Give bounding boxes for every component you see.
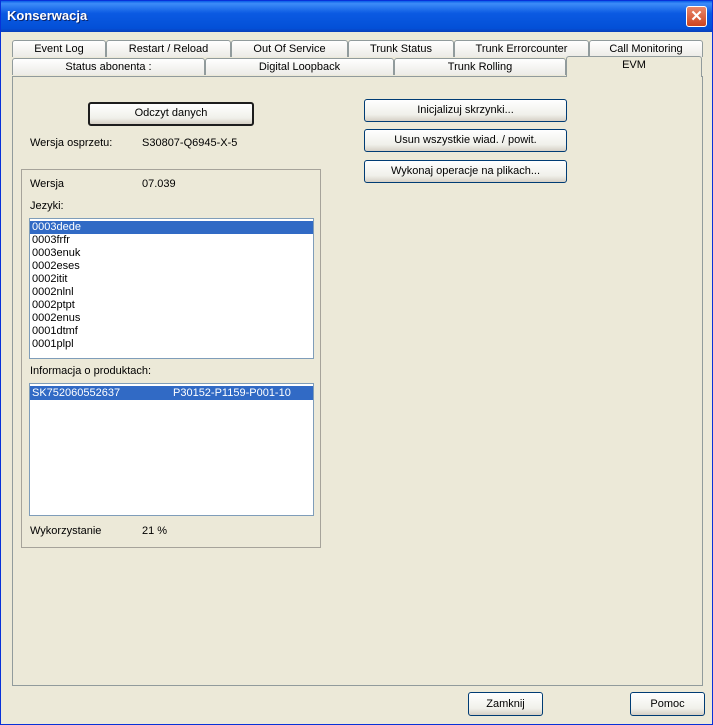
tab-trunk-errorcounter[interactable]: Trunk Errorcounter [454,40,589,57]
tab-evm[interactable]: EVM [566,56,702,77]
help-button[interactable]: Pomoc [630,692,705,716]
file-operations-button[interactable]: Wykonaj operacje na plikach... [364,160,567,183]
product-serial: SK752060552637 [32,387,121,399]
tab-trunk-rolling[interactable]: Trunk Rolling [394,58,566,75]
read-data-button[interactable]: Odczyt danych [88,102,254,126]
usage-value: 21 % [142,525,168,537]
tab-call-monitoring[interactable]: Call Monitoring [589,40,703,57]
version-value: 07.039 [142,178,176,190]
language-item[interactable]: 0002eses [30,260,313,273]
hw-version-label: Wersja osprzetu: [30,137,113,149]
product-part-number: P30152-P1159-P001-10 [173,387,291,399]
hw-version-value: S30807-Q6945-X-5 [142,137,238,149]
tab-status-abonenta[interactable]: Status abonenta : [12,58,205,75]
window-title: Konserwacja [7,8,88,23]
languages-list[interactable]: 0003dede 0003frfr 0003enuk 0002eses 0002itit… [29,218,314,359]
language-item[interactable]: 0001dtmf [30,325,313,338]
usage-label: Wykorzystanie [30,525,102,537]
languages-label: Jezyki: [30,200,64,212]
delete-all-messages-button[interactable]: Usun wszystkie wiad. / powit. [364,129,567,152]
product-info-label: Informacja o produktach: [30,365,152,377]
version-label: Wersja [30,178,65,190]
language-item[interactable]: 0003enuk [30,247,313,260]
language-item[interactable]: 0002ptpt [30,299,313,312]
tab-event-log[interactable]: Event Log [12,40,106,57]
init-mailboxes-button[interactable]: Inicjalizuj skrzynki... [364,99,567,122]
language-item[interactable]: 0003frfr [30,234,313,247]
close-button[interactable]: Zamknij [468,692,543,716]
language-item[interactable]: 0003dede [30,221,313,234]
language-item[interactable]: 0001plpl [30,338,313,351]
product-info-list[interactable]: SK752060552637 P30152-P1159-P001-10 [29,383,314,516]
konserwacja-dialog: Konserwacja ✕ Event Log Restart / Reload… [0,0,713,725]
language-item[interactable]: 0002enus [30,312,313,325]
product-row[interactable]: SK752060552637 P30152-P1159-P001-10 [30,386,313,400]
tab-out-of-service[interactable]: Out Of Service [231,40,348,57]
title-bar[interactable]: Konserwacja ✕ [1,1,712,32]
tab-digital-loopback[interactable]: Digital Loopback [205,58,394,75]
close-icon[interactable]: ✕ [686,6,707,27]
language-item[interactable]: 0002nlnl [30,286,313,299]
language-item[interactable]: 0002itit [30,273,313,286]
tab-trunk-status[interactable]: Trunk Status [348,40,454,57]
tab-restart-reload[interactable]: Restart / Reload [106,40,231,57]
